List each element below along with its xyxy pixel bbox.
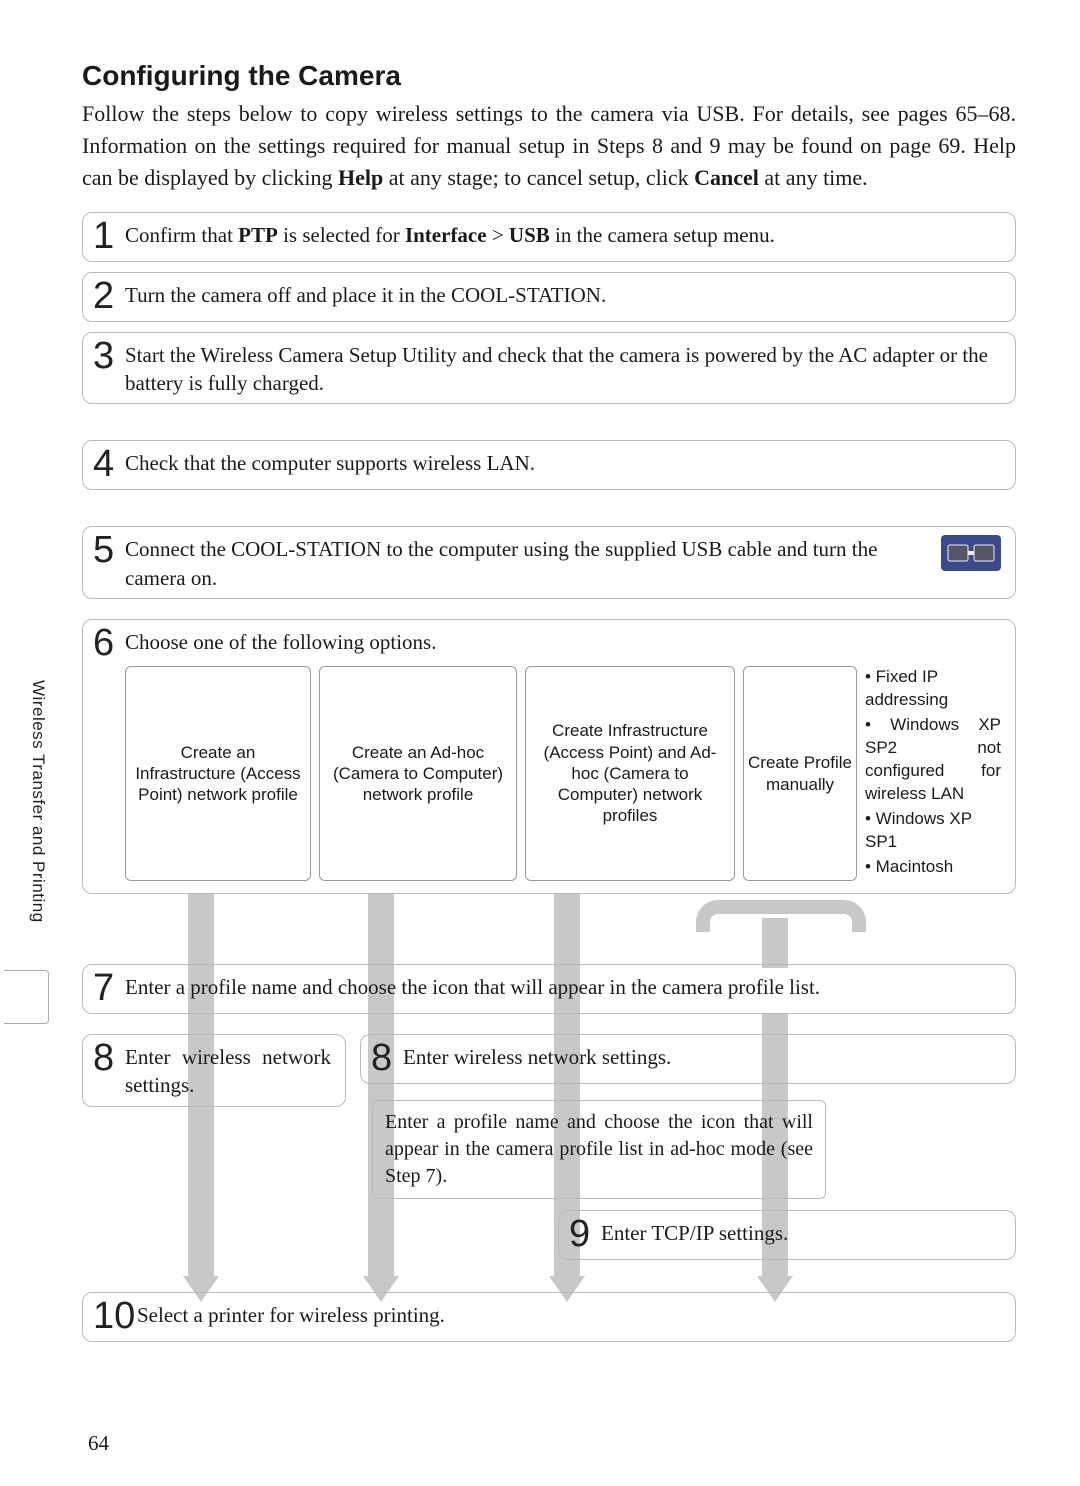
step-text: Turn the camera off and place it in the …: [125, 279, 1001, 309]
option-adhoc: Create an Ad-hoc (Camera to Computer) ne…: [319, 666, 517, 880]
option-infrastructure: Create an Infrastructure (Access Point) …: [125, 666, 311, 880]
page-title: Configuring the Camera: [82, 60, 1016, 92]
flow-diagram: 7 Enter a profile name and choose the ic…: [82, 904, 1016, 1434]
step-6: 6 Choose one of the following options. C…: [82, 619, 1016, 894]
step-number: 10: [93, 1297, 137, 1335]
step-number: 2: [93, 277, 125, 315]
step-number: 7: [93, 969, 125, 1007]
step-8-right: 8 Enter wireless network settings.: [360, 1034, 1016, 1084]
sidebar-section-label: Wireless Transfer and Printing: [28, 680, 48, 923]
manual-sidenote: • Fixed IP addressing • Windows XP SP2 n…: [865, 666, 1001, 880]
step-number: 5: [93, 531, 125, 569]
adhoc-note: Enter a profile name and choose the icon…: [372, 1100, 826, 1199]
step-number: 8: [371, 1039, 403, 1077]
step-1: 1 Confirm that PTP is selected for Inter…: [82, 212, 1016, 262]
option-manual: Create Profile manually: [743, 666, 857, 880]
step-5: 5 Connect the COOL-STATION to the comput…: [82, 526, 1016, 599]
step-text: Connect the COOL-STATION to the computer…: [125, 533, 931, 592]
step-number: 4: [93, 445, 125, 483]
step-text: Confirm that PTP is selected for Interfa…: [125, 219, 1001, 249]
step-8-left: 8 Enter wireless network settings.: [82, 1034, 346, 1107]
step-text: Enter TCP/IP settings.: [601, 1217, 1001, 1247]
step-9: 9 Enter TCP/IP settings.: [558, 1210, 1016, 1260]
option-both: Create Infrastructure (Access Point) and…: [525, 666, 735, 880]
step-number: 6: [93, 624, 125, 662]
intro-text: at any time.: [759, 165, 868, 190]
step-text: Check that the computer supports wireles…: [125, 447, 1001, 477]
step-2: 2 Turn the camera off and place it in th…: [82, 272, 1016, 322]
step-7: 7 Enter a profile name and choose the ic…: [82, 964, 1016, 1014]
cancel-keyword: Cancel: [694, 165, 759, 190]
intro-text: at any stage; to cancel setup, click: [383, 165, 694, 190]
intro-paragraph: Follow the steps below to copy wireless …: [82, 98, 1016, 194]
step-10: 10 Select a printer for wireless printin…: [82, 1292, 1016, 1342]
step-text: Enter wireless network settings.: [125, 1041, 331, 1100]
step-text: Enter wireless network settings.: [403, 1041, 1001, 1071]
step-text: Select a printer for wireless printing.: [137, 1299, 1001, 1329]
page-number: 64: [88, 1431, 109, 1456]
step-number: 3: [93, 337, 125, 375]
thumb-tab: [4, 970, 49, 1024]
step-3: 3 Start the Wireless Camera Setup Utilit…: [82, 332, 1016, 405]
flow-arrow: [368, 894, 394, 1278]
step-number: 1: [93, 217, 125, 255]
flow-arrow: [762, 918, 788, 968]
option-row: Create an Infrastructure (Access Point) …: [125, 666, 1001, 880]
step-number: 9: [569, 1215, 601, 1253]
help-keyword: Help: [338, 165, 383, 190]
step-text: Start the Wireless Camera Setup Utility …: [125, 339, 1001, 398]
step-text: Enter a profile name and choose the icon…: [125, 971, 1001, 1001]
step-text: Choose one of the following options.: [125, 626, 1001, 656]
step-number: 8: [93, 1039, 125, 1077]
step-4: 4 Check that the computer supports wirel…: [82, 440, 1016, 490]
usb-illustration-icon: [941, 535, 1001, 571]
